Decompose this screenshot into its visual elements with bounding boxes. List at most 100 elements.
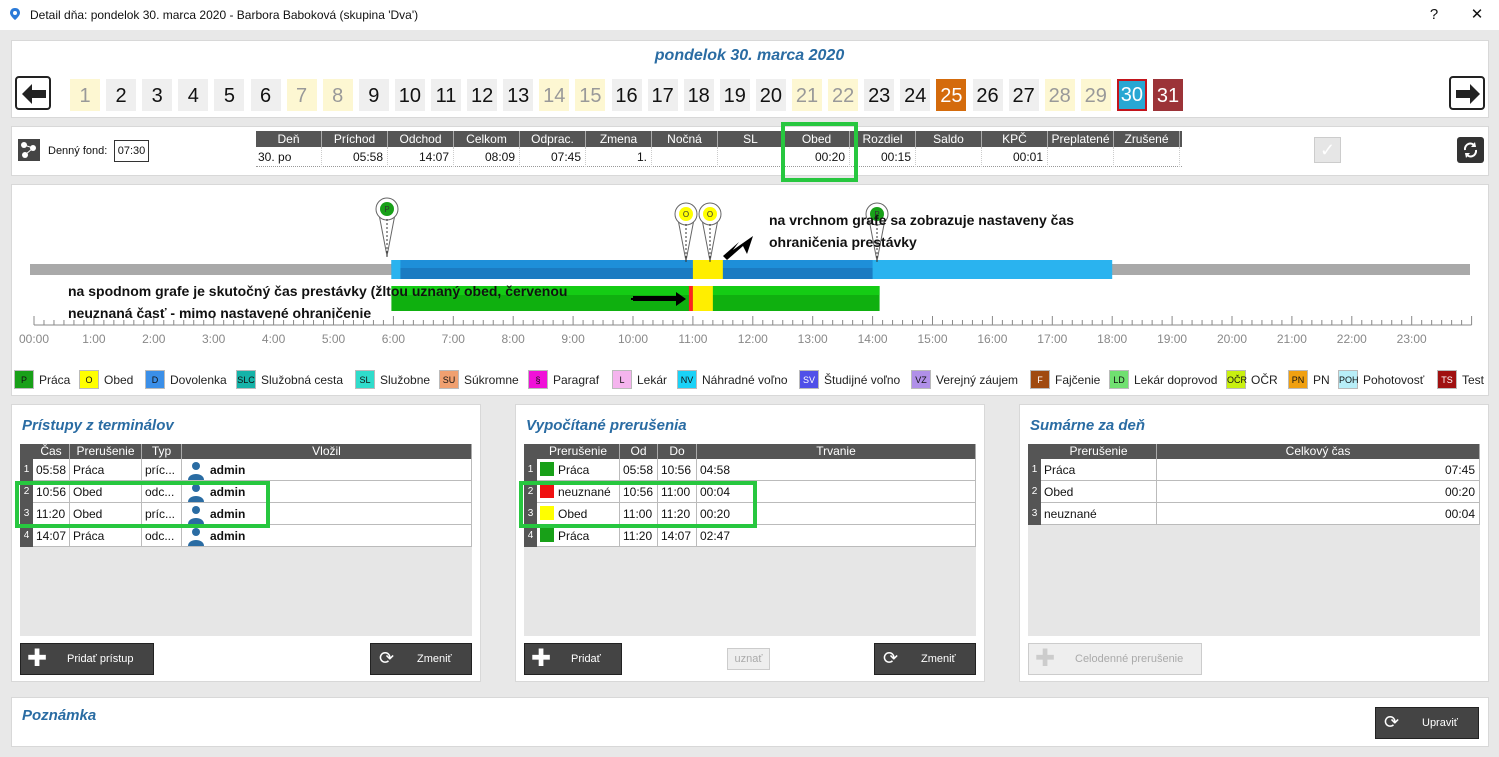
day-18[interactable]: 18 bbox=[683, 79, 714, 111]
day-6[interactable]: 6 bbox=[250, 79, 281, 111]
column-header: Trvanie bbox=[697, 444, 976, 459]
table-cell[interactable]: 14:07 bbox=[658, 525, 697, 547]
row-number: 4 bbox=[20, 525, 33, 547]
break-type: neuznané bbox=[558, 485, 611, 499]
table-cell[interactable]: Práca bbox=[1041, 459, 1157, 481]
annotation-bottom-line2: neuznaná časť - mimo nastavené ohraničen… bbox=[68, 305, 372, 321]
table-cell[interactable]: neuznané bbox=[537, 481, 620, 503]
table-cell[interactable]: Práca bbox=[537, 459, 620, 481]
help-button[interactable]: ? bbox=[1420, 4, 1448, 26]
prev-day-button[interactable] bbox=[15, 76, 51, 110]
table-cell[interactable]: neuznané bbox=[1041, 503, 1157, 525]
table-cell[interactable]: 14:07 bbox=[33, 525, 70, 547]
table-cell[interactable]: Práca bbox=[537, 525, 620, 547]
table-cell[interactable]: 00:04 bbox=[697, 481, 976, 503]
day-4[interactable]: 4 bbox=[178, 79, 209, 111]
day-23[interactable]: 23 bbox=[864, 79, 895, 111]
legend-swatch-4: SL bbox=[355, 370, 375, 389]
next-day-button[interactable] bbox=[1449, 76, 1485, 110]
day-8[interactable]: 8 bbox=[322, 79, 353, 111]
table-cell[interactable]: admin bbox=[182, 481, 472, 503]
refresh-icon: ⟳ bbox=[883, 648, 899, 668]
table-cell[interactable]: 02:47 bbox=[697, 525, 976, 547]
table-cell[interactable]: 10:56 bbox=[620, 481, 658, 503]
table-cell[interactable]: 11:00 bbox=[658, 481, 697, 503]
add-access-button[interactable]: ✚ Pridať prístup bbox=[20, 643, 154, 675]
day-17[interactable]: 17 bbox=[647, 79, 678, 111]
day-31[interactable]: 31 bbox=[1153, 79, 1183, 111]
table-cell[interactable]: 11:20 bbox=[658, 503, 697, 525]
day-25[interactable]: 25 bbox=[936, 79, 967, 111]
day-30[interactable]: 30 bbox=[1116, 79, 1147, 111]
table-cell[interactable]: 11:20 bbox=[33, 503, 70, 525]
table-cell[interactable]: admin bbox=[182, 525, 472, 547]
day-21[interactable]: 21 bbox=[792, 79, 822, 111]
daily-fund-value[interactable]: 07:30 bbox=[114, 140, 149, 162]
legend-swatch-14: PN bbox=[1288, 370, 1308, 389]
day-10[interactable]: 10 bbox=[394, 79, 425, 111]
day-19[interactable]: 19 bbox=[719, 79, 750, 111]
table-cell[interactable]: 07:45 bbox=[1157, 459, 1480, 481]
day-27[interactable]: 27 bbox=[1008, 79, 1039, 111]
table-cell[interactable]: príc... bbox=[142, 459, 182, 481]
table-cell[interactable]: 10:56 bbox=[33, 481, 70, 503]
table-cell[interactable]: Obed bbox=[70, 481, 142, 503]
day-15[interactable]: 15 bbox=[575, 79, 606, 111]
change-break-button[interactable]: ⟳ Zmeniť bbox=[874, 643, 976, 675]
day-3[interactable]: 3 bbox=[142, 79, 173, 111]
day-5[interactable]: 5 bbox=[214, 79, 245, 111]
table-cell[interactable]: 00:20 bbox=[1157, 481, 1480, 503]
table-cell[interactable]: 04:58 bbox=[697, 459, 976, 481]
day-24[interactable]: 24 bbox=[900, 79, 931, 111]
day-12[interactable]: 12 bbox=[467, 79, 498, 111]
refresh-icon: ⟳ bbox=[1384, 712, 1400, 732]
refresh-icon bbox=[1463, 142, 1478, 158]
table-cell[interactable]: 00:04 bbox=[1157, 503, 1480, 525]
table-cell[interactable]: Obed bbox=[70, 503, 142, 525]
accept-button[interactable]: uznať bbox=[727, 648, 770, 670]
day-28[interactable]: 28 bbox=[1044, 79, 1075, 111]
table-cell[interactable]: admin bbox=[182, 503, 472, 525]
day-1[interactable]: 1 bbox=[70, 79, 100, 111]
change-access-button[interactable]: ⟳ Zmeniť bbox=[370, 643, 472, 675]
day-20[interactable]: 20 bbox=[755, 79, 786, 111]
planned-start-edge bbox=[391, 260, 401, 279]
day-29[interactable]: 29 bbox=[1080, 79, 1111, 111]
table-cell[interactable]: 10:56 bbox=[658, 459, 697, 481]
table-cell[interactable]: admin bbox=[182, 459, 472, 481]
close-button[interactable]: ✕ bbox=[1463, 4, 1491, 26]
table-cell[interactable]: 11:20 bbox=[620, 525, 658, 547]
table-cell[interactable]: 00:20 bbox=[697, 503, 976, 525]
day-22[interactable]: 22 bbox=[828, 79, 859, 111]
table-cell[interactable]: 05:58 bbox=[33, 459, 70, 481]
network-icon[interactable] bbox=[18, 139, 40, 161]
confirm-check-button[interactable]: ✓ bbox=[1314, 137, 1341, 163]
day-13[interactable]: 13 bbox=[503, 79, 534, 111]
day-7[interactable]: 7 bbox=[286, 79, 317, 111]
table-cell[interactable]: Obed bbox=[537, 503, 620, 525]
day-11[interactable]: 11 bbox=[431, 79, 461, 111]
table-cell[interactable]: odc... bbox=[142, 525, 182, 547]
legend-label-2: Dovolenka bbox=[170, 373, 227, 387]
fullday-break-button[interactable]: ✚ Celodenné prerušenie bbox=[1028, 643, 1202, 675]
table-cell[interactable]: 05:58 bbox=[620, 459, 658, 481]
day-26[interactable]: 26 bbox=[972, 79, 1003, 111]
add-break-button[interactable]: ✚ Pridať bbox=[524, 643, 622, 675]
table-cell[interactable]: Obed bbox=[1041, 481, 1157, 503]
day-14[interactable]: 14 bbox=[539, 79, 570, 111]
table-cell[interactable]: odc... bbox=[142, 481, 182, 503]
summary-cell: 00:01 bbox=[982, 147, 1048, 167]
refresh-button[interactable] bbox=[1457, 137, 1484, 163]
edit-note-button[interactable]: ⟳ Upraviť bbox=[1375, 707, 1479, 739]
table-cell[interactable]: Práca bbox=[70, 459, 142, 481]
hour-label: 2:00 bbox=[142, 332, 166, 346]
hour-label: 4:00 bbox=[261, 332, 286, 346]
table-cell[interactable]: príc... bbox=[142, 503, 182, 525]
table-cell[interactable]: Práca bbox=[70, 525, 142, 547]
day-9[interactable]: 9 bbox=[358, 79, 389, 111]
summary-col-header: Deň bbox=[256, 131, 322, 147]
day-16[interactable]: 16 bbox=[611, 79, 642, 111]
day-2[interactable]: 2 bbox=[106, 79, 137, 111]
table-cell[interactable]: 11:00 bbox=[620, 503, 658, 525]
row-number: 1 bbox=[524, 459, 537, 481]
